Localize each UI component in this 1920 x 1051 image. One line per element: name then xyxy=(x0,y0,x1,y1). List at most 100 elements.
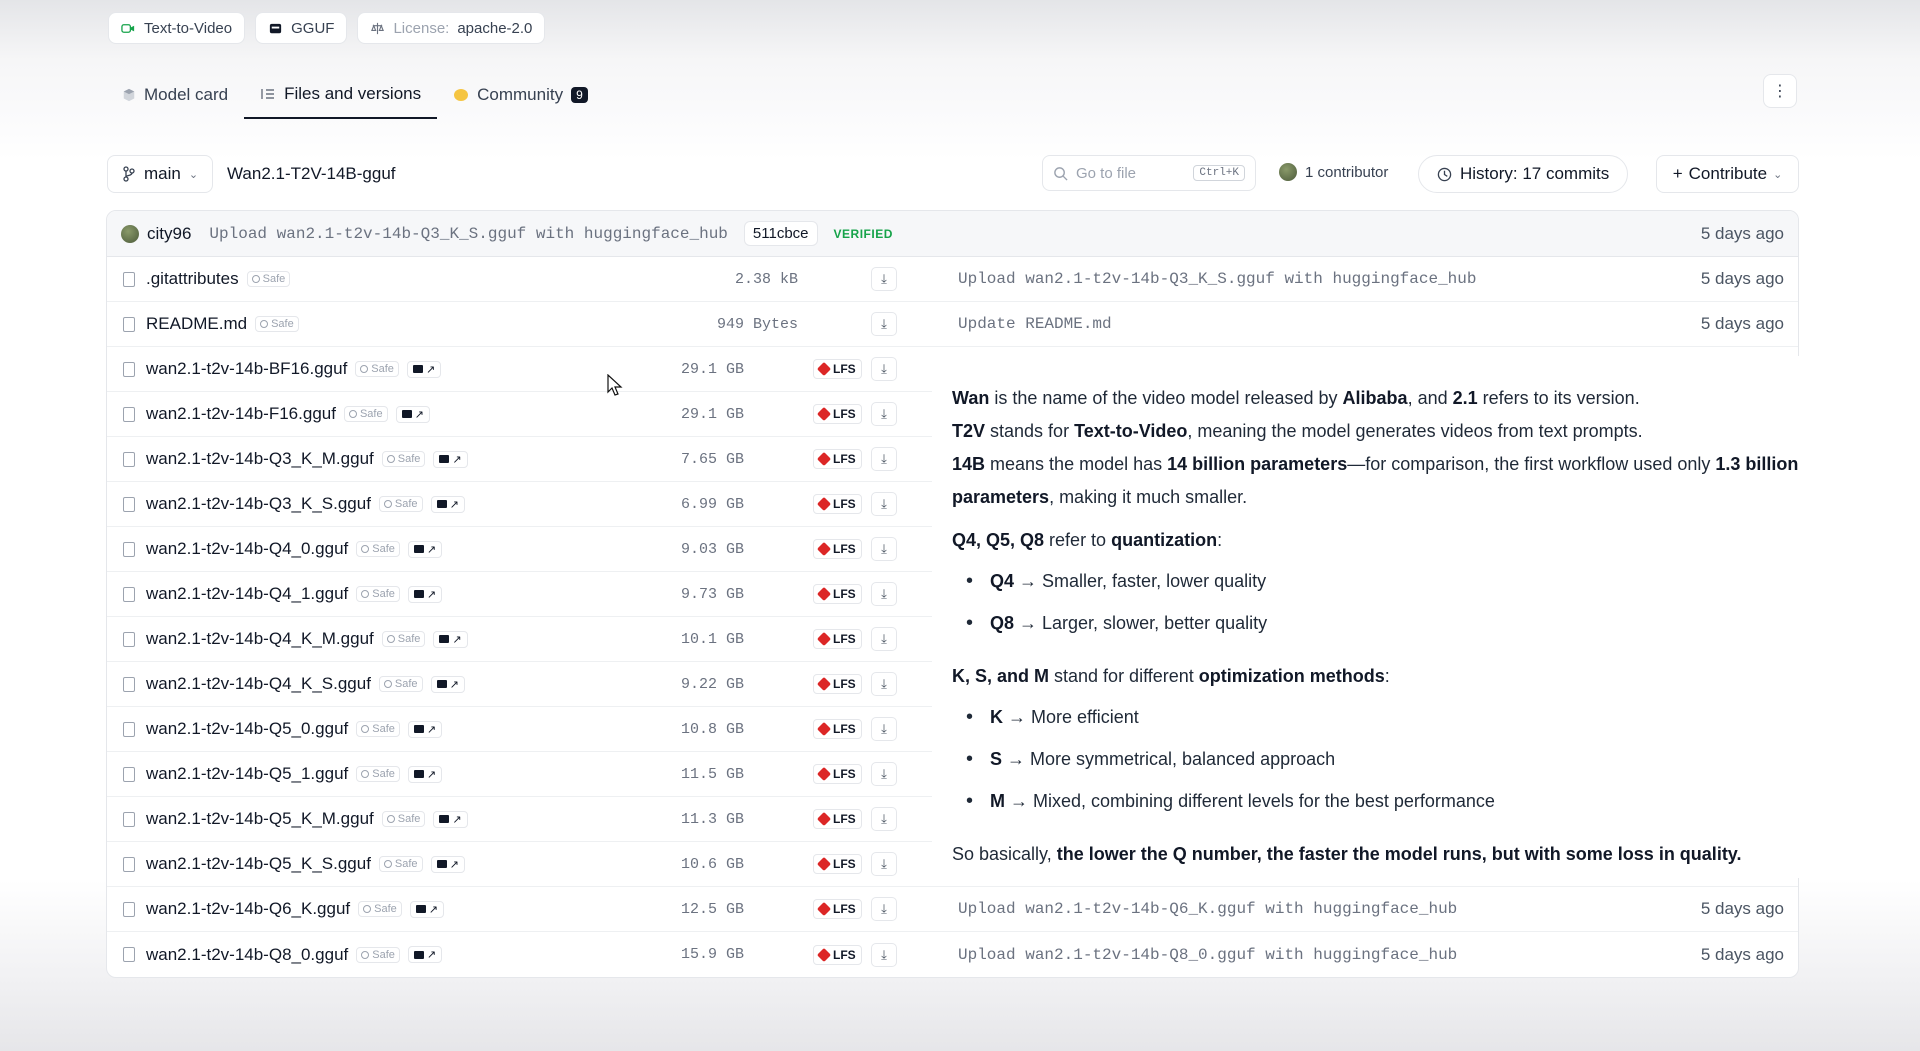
gguf-viewer-link[interactable]: ↗ xyxy=(430,675,465,693)
gguf-viewer-link[interactable]: ↗ xyxy=(407,946,443,963)
file-commit-message[interactable]: Upload wan2.1-t2v-14b-Q6_K.gguf with hug… xyxy=(958,900,1457,918)
file-name[interactable]: wan2.1-t2v-14b-Q3_K_M.gguf xyxy=(146,449,374,469)
download-button[interactable]: ⤓ xyxy=(871,852,897,876)
lfs-icon xyxy=(816,811,832,827)
download-button[interactable]: ⤓ xyxy=(871,897,897,921)
shield-icon xyxy=(348,410,357,418)
file-commit-message[interactable]: Upload wan2.1-t2v-14b-Q3_K_S.gguf with h… xyxy=(958,270,1476,288)
commit-message[interactable]: Upload wan2.1-t2v-14b-Q3_K_S.gguf with h… xyxy=(209,225,727,243)
safe-badge[interactable]: Safe xyxy=(378,496,423,512)
tag-gguf[interactable]: GGUF xyxy=(255,12,348,44)
file-name[interactable]: wan2.1-t2v-14b-Q5_1.gguf xyxy=(146,764,348,784)
file-name[interactable]: wan2.1-t2v-14b-F16.gguf xyxy=(146,404,336,424)
gguf-viewer-link[interactable]: ↗ xyxy=(407,720,443,738)
safe-badge[interactable]: Safe xyxy=(378,676,423,692)
gguf-viewer-link[interactable]: ↗ xyxy=(430,855,465,873)
download-button[interactable]: ⤓ xyxy=(871,942,897,967)
file-name[interactable]: .gitattributes xyxy=(146,269,239,289)
file-name[interactable]: wan2.1-t2v-14b-Q5_K_M.gguf xyxy=(146,809,374,829)
file-name[interactable]: wan2.1-t2v-14b-Q8_0.gguf xyxy=(146,945,348,965)
file-commit-message[interactable]: Update README.md xyxy=(958,315,1112,333)
lfs-label: LFS xyxy=(833,497,856,511)
commit-hash[interactable]: 511cbce xyxy=(743,221,818,246)
tag-license[interactable]: License: apache-2.0 xyxy=(357,12,546,44)
safe-badge[interactable]: Safe xyxy=(381,811,426,827)
safe-badge[interactable]: Safe xyxy=(356,721,400,737)
file-size: 10.6 GB xyxy=(680,855,744,873)
download-button[interactable]: ⤓ xyxy=(871,357,897,381)
file-row[interactable]: wan2.1-t2v-14b-Q6_K.gguf Safe ↗ 12.5 GB LFS ⤓… xyxy=(107,887,1798,932)
download-button[interactable]: ⤓ xyxy=(871,492,897,516)
gguf-viewer-link[interactable]: ↗ xyxy=(433,810,468,828)
download-button[interactable]: ⤓ xyxy=(871,762,897,786)
download-button[interactable]: ⤓ xyxy=(871,267,897,291)
commit-author[interactable]: city96 xyxy=(147,224,191,244)
contribute-button[interactable]: + Contribute ⌄ xyxy=(1656,155,1799,193)
go-to-file-search[interactable]: Go to file Ctrl+K xyxy=(1042,155,1256,191)
more-options-button[interactable]: ⋮ xyxy=(1763,74,1797,108)
file-name[interactable]: wan2.1-t2v-14b-Q6_K.gguf xyxy=(146,899,350,919)
file-row[interactable]: README.md Safe 949 Bytes ⤓ Update README.md 5… xyxy=(107,302,1798,347)
download-button[interactable]: ⤓ xyxy=(871,672,897,696)
safe-badge[interactable]: Safe xyxy=(356,946,400,963)
lfs-label: LFS xyxy=(833,587,856,601)
file-name[interactable]: wan2.1-t2v-14b-Q4_0.gguf xyxy=(146,539,348,559)
download-button[interactable]: ⤓ xyxy=(871,582,897,606)
file-name[interactable]: wan2.1-t2v-14b-Q4_1.gguf xyxy=(146,584,348,604)
file-name-cell: wan2.1-t2v-14b-Q3_K_S.gguf Safe ↗ xyxy=(146,494,465,514)
gguf-viewer-link[interactable]: ↗ xyxy=(430,495,465,513)
safe-badge[interactable]: Safe xyxy=(356,766,400,782)
safe-badge[interactable]: Safe xyxy=(246,271,291,287)
list-item: K → More efficient xyxy=(952,701,1896,734)
tab-community[interactable]: Community 9 xyxy=(437,70,604,119)
safe-badge[interactable]: Safe xyxy=(255,316,299,332)
repo-path[interactable]: Wan2.1-T2V-14B-gguf xyxy=(227,164,396,184)
safe-badge[interactable]: Safe xyxy=(356,586,400,602)
file-name[interactable]: wan2.1-t2v-14b-Q5_K_S.gguf xyxy=(146,854,371,874)
tab-model-card[interactable]: Model card xyxy=(106,70,244,119)
lfs-label: LFS xyxy=(833,902,856,916)
contributors-link[interactable]: 1 contributor xyxy=(1279,163,1388,181)
tab-files-and-versions[interactable]: Files and versions xyxy=(244,70,438,119)
gguf-viewer-link[interactable]: ↗ xyxy=(407,540,443,558)
safe-badge[interactable]: Safe xyxy=(356,541,400,557)
gguf-viewer-link[interactable]: ↗ xyxy=(407,585,443,603)
download-button[interactable]: ⤓ xyxy=(871,312,897,336)
safe-badge[interactable]: Safe xyxy=(378,856,423,872)
tag-text-to-video[interactable]: Text-to-Video xyxy=(108,12,246,44)
safe-badge[interactable]: Safe xyxy=(343,406,388,422)
file-name[interactable]: wan2.1-t2v-14b-Q3_K_S.gguf xyxy=(146,494,371,514)
file-commit-message[interactable]: Upload wan2.1-t2v-14b-Q8_0.gguf with hug… xyxy=(958,946,1457,964)
gguf-viewer-link[interactable]: ↗ xyxy=(407,765,443,783)
file-row[interactable]: wan2.1-t2v-14b-Q8_0.gguf Safe ↗ 15.9 GB LFS ⤓… xyxy=(107,932,1798,977)
download-button[interactable]: ⤓ xyxy=(871,807,897,831)
history-button[interactable]: History: 17 commits xyxy=(1418,155,1629,193)
gguf-viewer-link[interactable]: ↗ xyxy=(406,360,442,378)
lfs-label: LFS xyxy=(833,812,856,826)
gguf-viewer-link[interactable]: ↗ xyxy=(409,900,444,918)
gguf-viewer-link[interactable]: ↗ xyxy=(433,630,468,648)
download-button[interactable]: ⤓ xyxy=(871,402,897,426)
safe-badge[interactable]: Safe xyxy=(355,361,399,377)
download-button[interactable]: ⤓ xyxy=(871,537,897,561)
safe-badge[interactable]: Safe xyxy=(381,451,426,467)
download-button[interactable]: ⤓ xyxy=(871,717,897,741)
gguf-viewer-link[interactable]: ↗ xyxy=(433,450,468,468)
download-button[interactable]: ⤓ xyxy=(871,627,897,651)
file-name[interactable]: wan2.1-t2v-14b-Q4_K_S.gguf xyxy=(146,674,371,694)
file-name[interactable]: README.md xyxy=(146,314,247,334)
bold-term: M xyxy=(990,791,1005,811)
branch-selector[interactable]: main ⌄ xyxy=(107,155,214,193)
download-button[interactable]: ⤓ xyxy=(871,447,897,471)
tab-label: Model card xyxy=(144,84,229,104)
gguf-viewer-link[interactable]: ↗ xyxy=(395,405,430,423)
file-name-cell: README.md Safe xyxy=(146,314,299,334)
file-name[interactable]: wan2.1-t2v-14b-Q4_K_M.gguf xyxy=(146,629,374,649)
file-row[interactable]: .gitattributes Safe 2.38 kB ⤓ Upload wan2.1-… xyxy=(107,257,1798,302)
file-name[interactable]: wan2.1-t2v-14b-BF16.gguf xyxy=(146,359,347,379)
kebab-icon: ⋮ xyxy=(1772,83,1788,100)
file-name[interactable]: wan2.1-t2v-14b-Q5_0.gguf xyxy=(146,719,348,739)
quantization-list: Q4 → Smaller, faster, lower quality Q8 → … xyxy=(952,565,1896,640)
safe-badge[interactable]: Safe xyxy=(381,631,426,647)
safe-badge[interactable]: Safe xyxy=(358,901,402,917)
